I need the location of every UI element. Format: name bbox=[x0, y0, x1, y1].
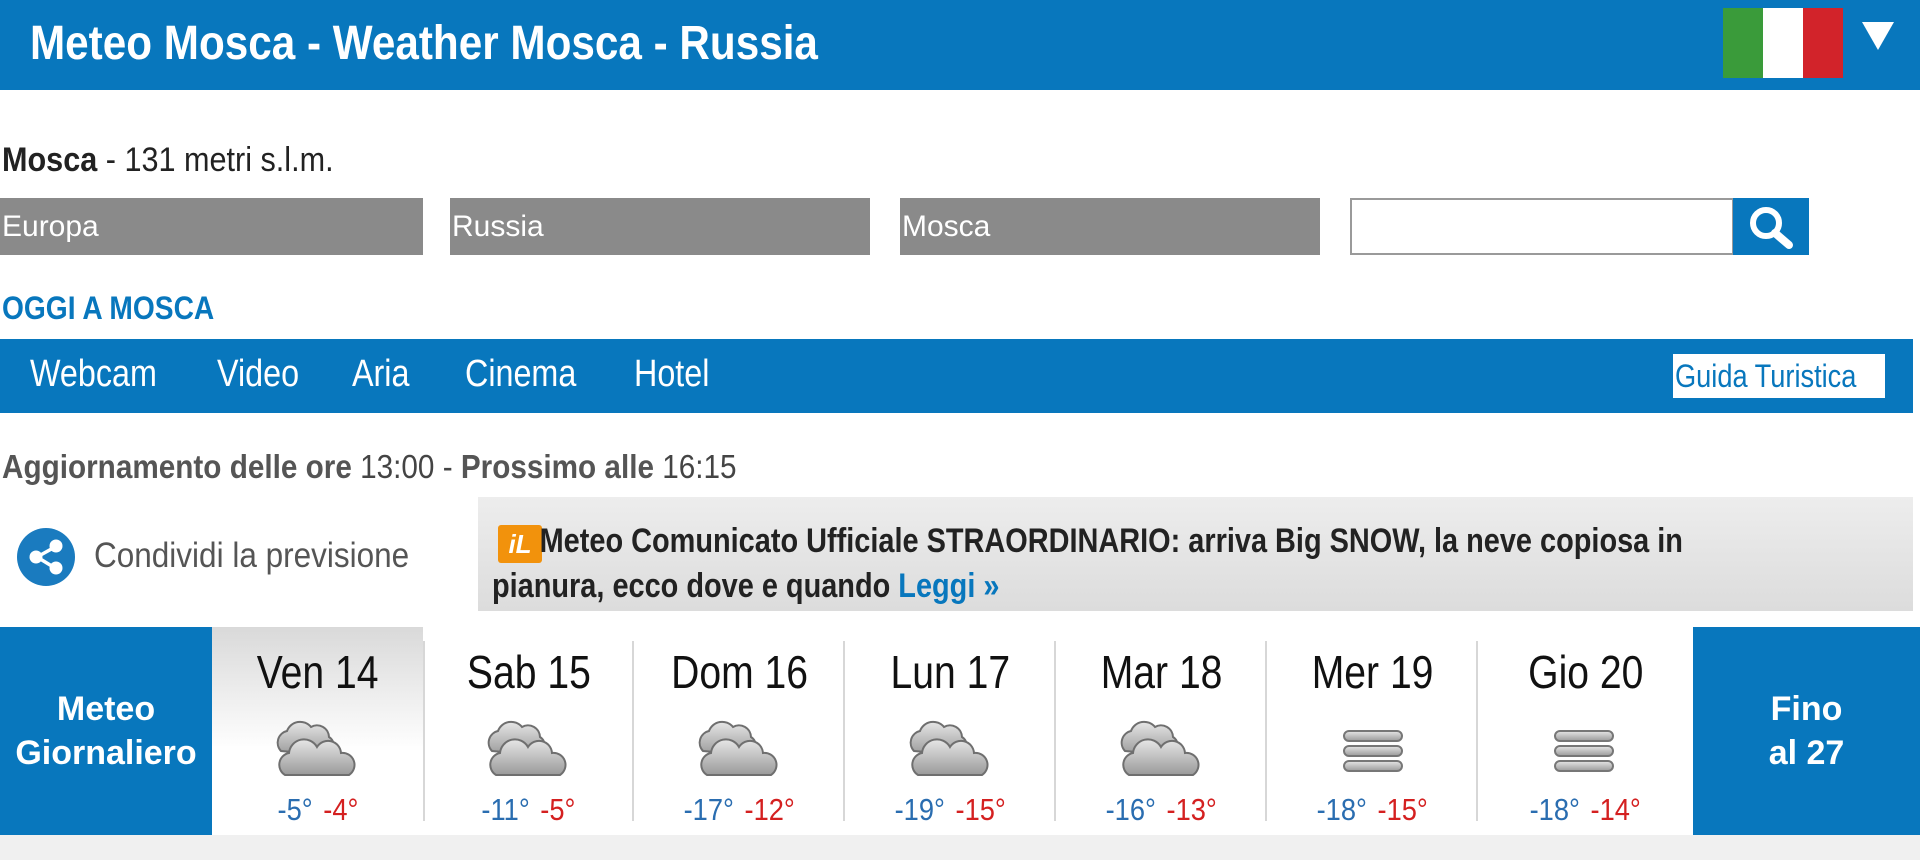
news-banner: iL Meteo Comunicato Ufficiale STRAORDINA… bbox=[478, 497, 1913, 611]
location-line: Mosca - 131 metri s.l.m. bbox=[2, 141, 334, 180]
temp-min: -5° bbox=[277, 792, 313, 827]
temp-min: -16° bbox=[1105, 792, 1157, 827]
news-line-2: pianura, ecco dove e quando Leggi » bbox=[492, 564, 1852, 609]
day-card[interactable]: Dom 16 -17° -12° bbox=[634, 627, 845, 835]
bottom-bar bbox=[0, 835, 1920, 860]
temp-max: -12° bbox=[744, 792, 796, 827]
day-card[interactable]: Ven 14 -5° -4° bbox=[212, 627, 423, 835]
italy-flag-icon[interactable] bbox=[1723, 8, 1843, 78]
next-update-label: Prossimo alle bbox=[460, 448, 654, 485]
nav-bar: Webcam Video Aria Cinema Hotel Guida Tur… bbox=[0, 339, 1913, 413]
temp-max: -13° bbox=[1166, 792, 1218, 827]
guide-label: Guida Turistica bbox=[1675, 358, 1857, 394]
day-name: Dom 16 bbox=[671, 646, 808, 698]
next-update-time: 16:15 bbox=[662, 448, 737, 485]
forecast-more-button[interactable]: Fino al 27 bbox=[1693, 627, 1920, 835]
day-card[interactable]: Gio 20 -18° -14° bbox=[1478, 627, 1693, 835]
cloudy-icon bbox=[267, 717, 367, 783]
temp-min: -17° bbox=[683, 792, 735, 827]
daily-forecast-tab[interactable]: Meteo Giornaliero bbox=[0, 627, 212, 835]
news-line-1: Meteo Comunicato Ufficiale STRAORDINARIO… bbox=[539, 522, 1683, 560]
day-card[interactable]: Sab 15 -11° -5° bbox=[423, 627, 634, 835]
day-card[interactable]: Lun 17 -19° -15° bbox=[845, 627, 1056, 835]
city-select[interactable]: Mosca bbox=[900, 198, 1320, 255]
daily-label-1: Meteo bbox=[56, 690, 156, 728]
country-select[interactable]: Russia bbox=[450, 198, 870, 255]
search-icon bbox=[1750, 206, 1793, 249]
day-name: Lun 17 bbox=[890, 646, 1011, 698]
language-dropdown-icon[interactable] bbox=[1862, 22, 1894, 50]
day-name: Mer 19 bbox=[1311, 646, 1434, 698]
nav-cinema[interactable]: Cinema bbox=[465, 353, 576, 396]
news-text: Meteo Comunicato Ufficiale STRAORDINARIO… bbox=[492, 519, 1852, 609]
cloudy-icon bbox=[900, 717, 1000, 783]
cloudy-icon bbox=[1111, 717, 1211, 783]
continent-select[interactable]: Europa bbox=[0, 198, 423, 255]
flag-white-stripe bbox=[1763, 8, 1803, 78]
nav-video[interactable]: Video bbox=[217, 353, 299, 396]
more-label-1: Fino bbox=[1770, 690, 1843, 728]
daily-label-2: Giornaliero bbox=[15, 734, 197, 772]
share-label[interactable]: Condividi la previsione bbox=[94, 536, 409, 576]
location-city: Mosca bbox=[2, 141, 98, 179]
temp-min: -18° bbox=[1529, 792, 1581, 827]
page-title: Meteo Mosca - Weather Mosca - Russia bbox=[30, 17, 818, 70]
location-altitude: - 131 metri s.l.m. bbox=[97, 141, 334, 179]
fog-icon bbox=[1533, 717, 1633, 783]
temp-max: -4° bbox=[322, 792, 358, 827]
temp-min: -19° bbox=[894, 792, 946, 827]
flag-green-stripe bbox=[1723, 8, 1763, 78]
temp-min: -18° bbox=[1316, 792, 1368, 827]
temp-max: -14° bbox=[1590, 792, 1642, 827]
nav-webcam[interactable]: Webcam bbox=[30, 353, 157, 396]
news-line-2-text: pianura, ecco dove e quando bbox=[492, 567, 891, 605]
read-more-link[interactable]: Leggi » bbox=[898, 567, 999, 605]
forecast-strip: Meteo Giornaliero Ven 14 -5° -4° Sab 15 -1… bbox=[0, 627, 1920, 835]
update-separator: - bbox=[434, 448, 461, 485]
cloudy-icon bbox=[689, 717, 789, 783]
day-card[interactable]: Mer 19 -18° -15° bbox=[1267, 627, 1478, 835]
temp-max: -15° bbox=[1377, 792, 1429, 827]
search-button[interactable] bbox=[1733, 198, 1809, 255]
update-label: Aggiornamento delle ore bbox=[2, 448, 352, 485]
temp-max: -5° bbox=[540, 792, 576, 827]
update-time: 13:00 bbox=[360, 448, 435, 485]
flag-red-stripe bbox=[1803, 8, 1843, 78]
cloudy-icon bbox=[478, 717, 578, 783]
header-bar: Meteo Mosca - Weather Mosca - Russia bbox=[0, 0, 1920, 90]
nav-hotel[interactable]: Hotel bbox=[634, 353, 709, 396]
today-heading: OGGI A MOSCA bbox=[2, 290, 215, 326]
share-icon[interactable] bbox=[16, 527, 76, 587]
day-card[interactable]: Mar 18 -16° -13° bbox=[1056, 627, 1267, 835]
day-name: Sab 15 bbox=[466, 646, 591, 698]
day-name: Gio 20 bbox=[1527, 646, 1644, 698]
nav-guida-turistica[interactable]: Guida Turistica bbox=[1673, 354, 1885, 398]
day-name: Mar 18 bbox=[1100, 646, 1223, 698]
more-label-2: al 27 bbox=[1768, 734, 1845, 772]
temp-min: -11° bbox=[481, 792, 530, 827]
fog-icon bbox=[1322, 717, 1422, 783]
update-line: Aggiornamento delle ore 13:00 - Prossimo… bbox=[2, 448, 737, 486]
day-name: Ven 14 bbox=[256, 646, 379, 698]
search-input[interactable] bbox=[1350, 198, 1734, 255]
temp-max: -15° bbox=[955, 792, 1007, 827]
nav-aria[interactable]: Aria bbox=[352, 353, 409, 396]
